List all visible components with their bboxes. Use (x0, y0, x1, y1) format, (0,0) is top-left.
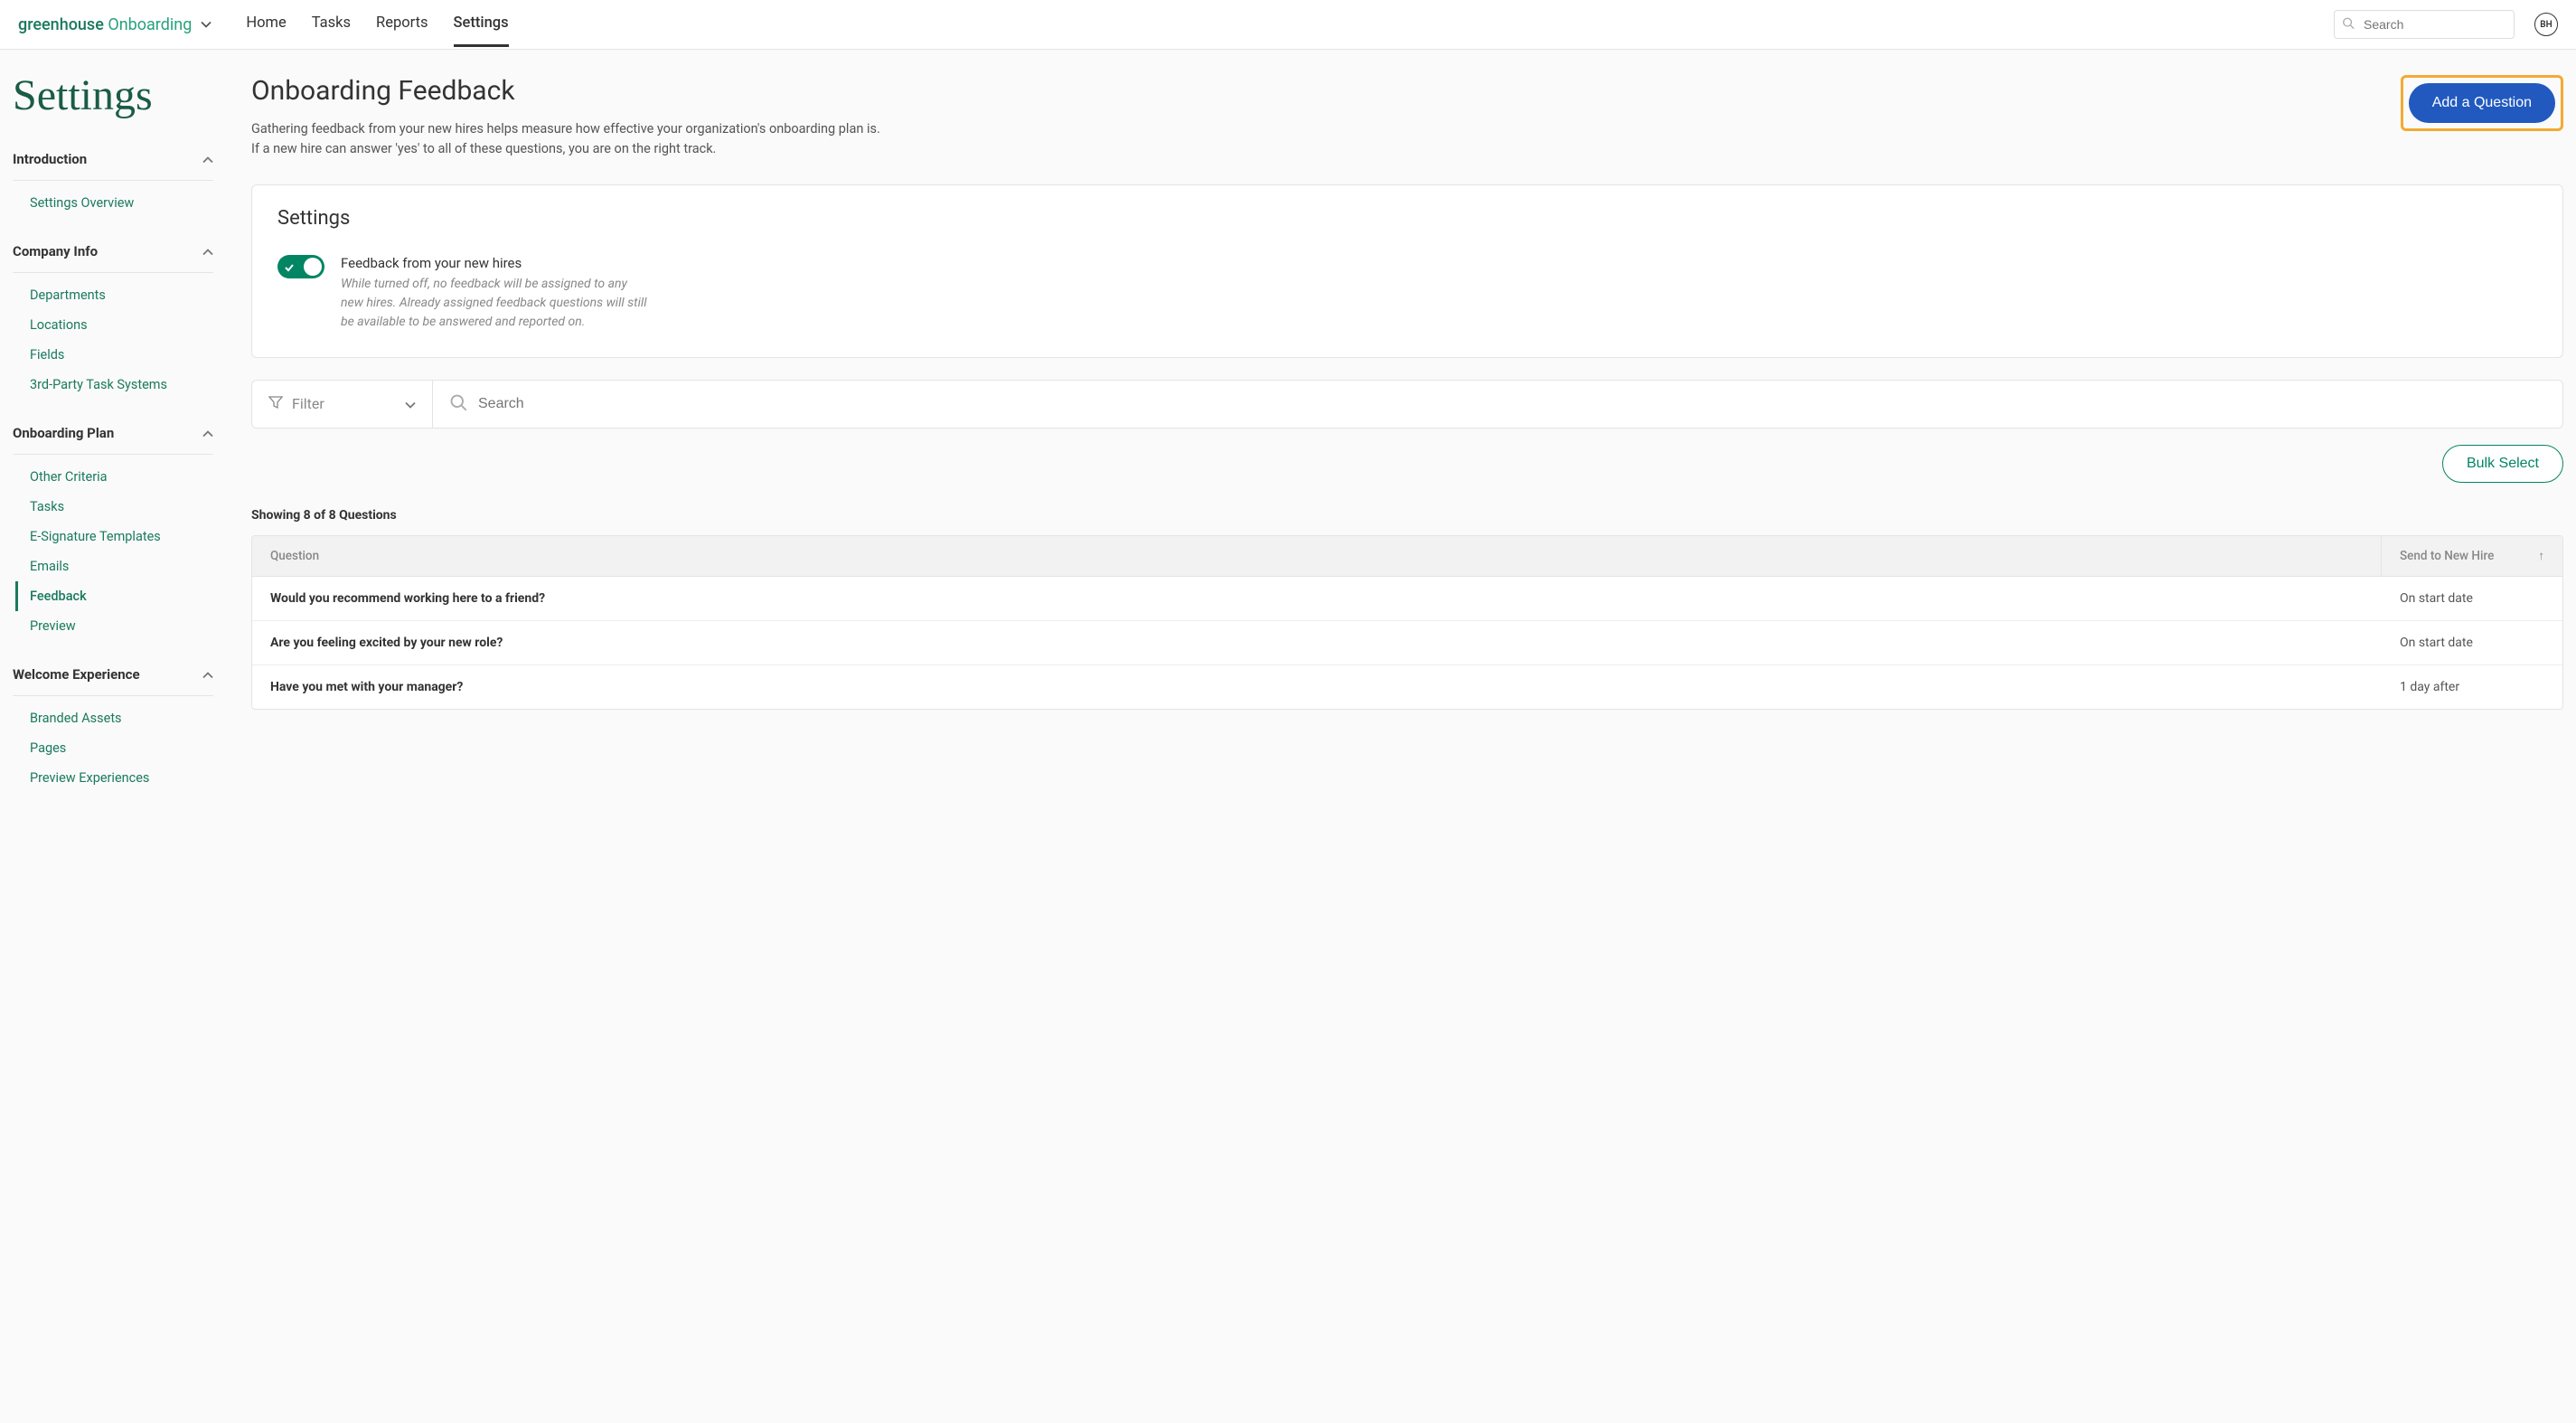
th-send-to-new-hire[interactable]: Send to New Hire ↑ (2382, 536, 2562, 576)
cell-send: On start date (2382, 621, 2562, 664)
sidebar-section-label: Company Info (13, 243, 98, 259)
sidebar-item-esignature[interactable]: E-Signature Templates (13, 522, 213, 551)
sidebar-section-onboarding-plan[interactable]: Onboarding Plan (13, 412, 213, 455)
logo-text-2: Onboarding (108, 15, 192, 34)
filter-label: Filter (292, 395, 324, 412)
cell-send: On start date (2382, 577, 2562, 620)
page-title: Settings (13, 71, 213, 120)
sidebar-item-preview[interactable]: Preview (13, 611, 213, 641)
bulk-select-button[interactable]: Bulk Select (2442, 445, 2563, 483)
table-header: Question Send to New Hire ↑ (252, 536, 2562, 577)
table-row[interactable]: Are you feeling excited by your new role… (252, 621, 2562, 665)
questions-table: Question Send to New Hire ↑ Would you re… (251, 535, 2563, 710)
avatar[interactable]: BH (2534, 13, 2558, 36)
logo-text-1: greenhouse (18, 15, 104, 34)
nav-reports[interactable]: Reports (376, 2, 428, 47)
feedback-toggle[interactable] (277, 255, 324, 278)
sidebar-item-emails[interactable]: Emails (13, 551, 213, 581)
sidebar-section-label: Welcome Experience (13, 666, 140, 683)
sidebar-item-other-criteria[interactable]: Other Criteria (13, 462, 213, 492)
sidebar-section-company-info[interactable]: Company Info (13, 231, 213, 273)
sidebar-section-label: Introduction (13, 151, 87, 167)
sidebar-section-label: Onboarding Plan (13, 425, 114, 441)
cell-question: Have you met with your manager? (252, 665, 2382, 709)
global-search-input[interactable] (2334, 10, 2515, 39)
add-question-highlight: Add a Question (2401, 75, 2563, 131)
filter-icon (268, 395, 283, 413)
global-search[interactable] (2334, 10, 2515, 39)
cell-question: Would you recommend working here to a fr… (252, 577, 2382, 620)
chevron-down-icon[interactable] (201, 17, 212, 32)
chevron-up-icon (202, 666, 213, 683)
add-question-button[interactable]: Add a Question (2409, 83, 2555, 123)
chevron-down-icon (405, 395, 416, 412)
sidebar-section-introduction[interactable]: Introduction (13, 138, 213, 181)
filter-bar: Filter (251, 380, 2563, 429)
nav-home[interactable]: Home (246, 2, 286, 47)
table-row[interactable]: Have you met with your manager? 1 day af… (252, 665, 2562, 709)
th-question[interactable]: Question (252, 536, 2382, 576)
settings-card-title: Settings (277, 207, 2537, 230)
sidebar-item-departments[interactable]: Departments (13, 280, 213, 310)
cell-question: Are you feeling excited by your new role… (252, 621, 2382, 664)
sidebar: Settings Introduction Settings Overview … (0, 50, 226, 1423)
settings-card: Settings Feedback from your new hires Wh… (251, 184, 2563, 358)
sidebar-item-3rd-party[interactable]: 3rd-Party Task Systems (13, 370, 213, 400)
filter-button[interactable]: Filter (252, 381, 433, 428)
logo[interactable]: greenhouse Onboarding (18, 15, 212, 34)
sidebar-item-pages[interactable]: Pages (13, 733, 213, 763)
sidebar-item-preview-experiences[interactable]: Preview Experiences (13, 763, 213, 793)
cell-send: 1 day after (2382, 665, 2562, 709)
search-icon (449, 393, 467, 415)
table-search[interactable] (433, 381, 2562, 428)
chevron-up-icon (202, 243, 213, 259)
showing-count: Showing 8 of 8 Questions (251, 508, 2563, 523)
sidebar-item-feedback[interactable]: Feedback (15, 581, 213, 611)
check-icon (284, 259, 295, 277)
nav-links: Home Tasks Reports Settings (246, 2, 508, 47)
sidebar-section-welcome-experience[interactable]: Welcome Experience (13, 654, 213, 696)
th-send-label: Send to New Hire (2400, 549, 2494, 563)
search-icon (2342, 16, 2355, 33)
main-content: Onboarding Feedback Gathering feedback f… (226, 50, 2576, 1423)
sidebar-item-settings-overview[interactable]: Settings Overview (13, 188, 213, 218)
sidebar-item-tasks[interactable]: Tasks (13, 492, 213, 522)
chevron-up-icon (202, 151, 213, 167)
table-row[interactable]: Would you recommend working here to a fr… (252, 577, 2562, 621)
chevron-up-icon (202, 425, 213, 441)
toggle-label: Feedback from your new hires (341, 255, 648, 271)
sidebar-item-fields[interactable]: Fields (13, 340, 213, 370)
sort-ascending-icon: ↑ (2538, 549, 2544, 563)
main-title: Onboarding Feedback (251, 75, 880, 107)
main-desc-1: Gathering feedback from your new hires h… (251, 119, 880, 139)
nav-settings[interactable]: Settings (454, 2, 509, 47)
sidebar-item-locations[interactable]: Locations (13, 310, 213, 340)
table-search-input[interactable] (478, 396, 2546, 412)
top-nav: greenhouse Onboarding Home Tasks Reports… (0, 0, 2576, 50)
main-desc-2: If a new hire can answer 'yes' to all of… (251, 139, 880, 159)
sidebar-item-branded-assets[interactable]: Branded Assets (13, 703, 213, 733)
toggle-description: While turned off, no feedback will be as… (341, 275, 648, 332)
nav-tasks[interactable]: Tasks (312, 2, 351, 47)
